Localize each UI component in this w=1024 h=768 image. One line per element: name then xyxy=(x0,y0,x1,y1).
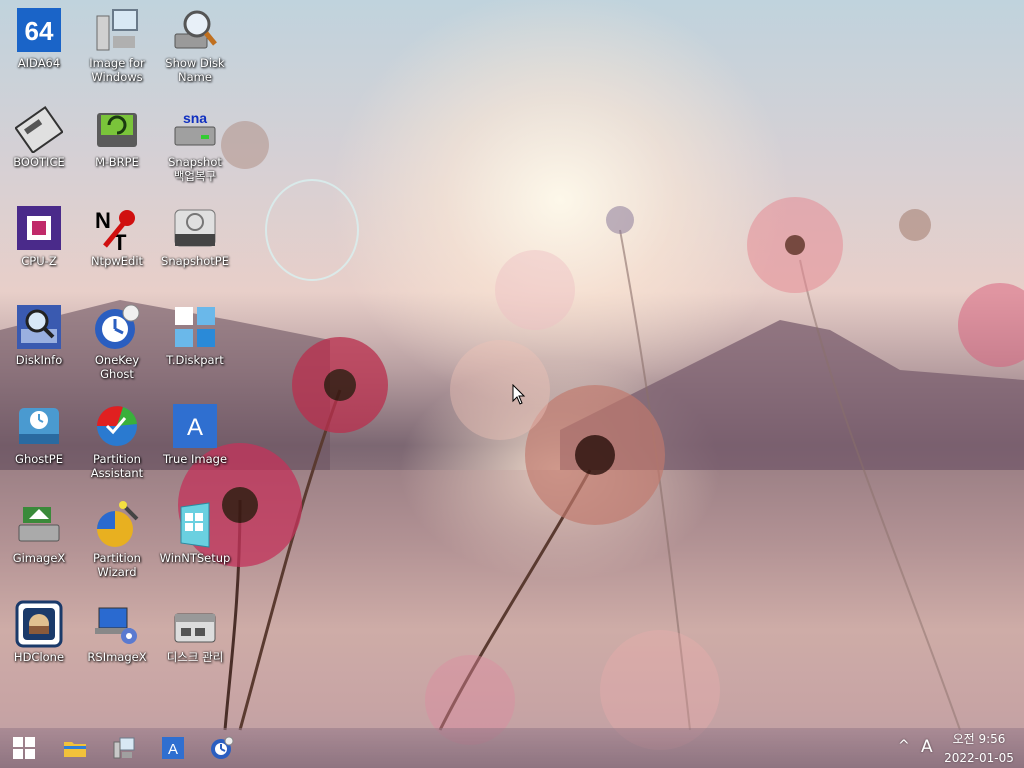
ime-indicator[interactable]: A xyxy=(921,737,933,757)
desktop-icon-label: Snapshot 백업복구 xyxy=(168,155,222,183)
snapshot-backup-icon: sna xyxy=(171,105,219,153)
gimagex-icon xyxy=(15,501,63,549)
taskbar-onekey-ghost-button[interactable] xyxy=(202,728,242,768)
desktop-icon-label: NtpwEdit xyxy=(90,254,144,268)
desktop-icon-winntsetup[interactable]: WinNTSetup xyxy=(156,501,234,565)
start-icon xyxy=(13,737,35,759)
onekey-ghost-icon xyxy=(93,303,141,351)
image-for-windows-icon xyxy=(93,6,141,54)
winntsetup-icon xyxy=(171,501,219,549)
image-for-windows-icon xyxy=(113,737,135,759)
tdiskpart-icon xyxy=(171,303,219,351)
desktop-icon-label: Show Disk Name xyxy=(165,56,225,84)
desktop-icon-bootice[interactable]: BOOTICE xyxy=(0,105,78,169)
desktop-icon-label: HDClone xyxy=(13,650,65,664)
tray-overflow-chevron[interactable]: ^ xyxy=(898,738,910,754)
ntpwedit-icon: NT xyxy=(93,204,141,255)
clock-date: 2022-01-05 xyxy=(944,751,1014,765)
taskbar-file-explorer-button[interactable] xyxy=(55,728,95,768)
aida64-icon: 64 xyxy=(15,6,63,54)
desktop-icon-tdiskpart[interactable]: T.Diskpart xyxy=(156,303,234,367)
onekey-ghost-icon xyxy=(211,736,234,759)
svg-text:sna: sna xyxy=(183,110,207,126)
desktop-icon-cpuz[interactable]: CPU-Z xyxy=(0,204,78,268)
file-explorer-icon xyxy=(64,742,86,757)
desktop-icon-label: M-BRPE xyxy=(95,155,139,169)
clock-time: 오전 9:56 xyxy=(952,732,1006,746)
start-button[interactable] xyxy=(4,728,44,768)
ghostpe-icon xyxy=(15,402,63,450)
desktop-icon-label: Image for Windows xyxy=(89,56,145,84)
desktop-icon-aida64[interactable]: 64 AIDA64 xyxy=(0,6,78,70)
desktop-icon-label: OneKey Ghost xyxy=(94,353,140,381)
diskinfo-icon xyxy=(15,303,63,351)
snapshotpe-icon xyxy=(171,204,219,252)
bootice-icon xyxy=(14,105,64,155)
desktop-icon-label: DiskInfo xyxy=(15,353,63,367)
desktop-icon-hdclone[interactable]: HDClone xyxy=(0,600,78,664)
desktop-icon-label: 디스크 관리 xyxy=(166,650,224,664)
taskbar-image-for-windows-button[interactable] xyxy=(104,728,144,768)
desktop-icon-partition-wizard[interactable]: Partition Wizard xyxy=(78,501,156,579)
partition-wizard-icon xyxy=(93,501,141,549)
desktop-icon-label: RSImageX xyxy=(87,650,147,664)
desktop-icon-label: AIDA64 xyxy=(17,56,61,70)
desktop-icon-label: SnapshotPE xyxy=(161,254,229,268)
desktop-icon-snapshotpe[interactable]: SnapshotPE xyxy=(156,204,234,268)
partition-assistant-icon xyxy=(93,402,141,450)
desktop-icon-ghostpe[interactable]: GhostPE xyxy=(0,402,78,466)
desktop-icon-label: T.Diskpart xyxy=(166,353,224,367)
true-image-icon: A xyxy=(162,737,184,759)
desktop-icon-gimagex[interactable]: GimageX xyxy=(0,501,78,565)
mouse-cursor-icon xyxy=(512,384,526,405)
desktop-icon-label: BOOTICE xyxy=(13,155,65,169)
desktop-icon-label: GimageX xyxy=(12,551,66,565)
svg-text:N: N xyxy=(95,208,111,233)
cpuz-icon xyxy=(15,204,63,252)
desktop-icon-partition-assistant[interactable]: Partition Assistant xyxy=(78,402,156,480)
desktop-icon-label: CPU-Z xyxy=(21,254,57,268)
desktop-icon-label: Partition Assistant xyxy=(90,452,144,480)
rsimagex-icon xyxy=(93,600,141,648)
tray-clock[interactable]: 오전 9:56 2022-01-05 xyxy=(940,730,1018,765)
desktop-icon-onekey-ghost[interactable]: OneKey Ghost xyxy=(78,303,156,381)
desktop-icon-ntpwedit[interactable]: N T NtpwEdit xyxy=(78,204,156,268)
taskbar-true-image-button[interactable]: A xyxy=(153,728,193,768)
desktop-icon-label: Partition Wizard xyxy=(93,551,141,579)
svg-text:A: A xyxy=(187,414,203,441)
true-image-icon: A xyxy=(171,402,219,450)
taskbar: A ^ A 오전 9:56 2022-01-05 xyxy=(0,728,1024,768)
desktop-icon-show-disk-name[interactable]: Show Disk Name xyxy=(156,6,234,84)
mbrpe-icon xyxy=(93,105,141,153)
desktop-icon-true-image[interactable]: A True Image xyxy=(156,402,234,466)
desktop-icon-rsimagex[interactable]: RSImageX xyxy=(78,600,156,664)
desktop-icon-image-for-windows[interactable]: Image for Windows xyxy=(78,6,156,84)
desktop-icon-disk-management[interactable]: 디스크 관리 xyxy=(156,600,234,664)
desktop-icon-label: True Image xyxy=(162,452,228,466)
desktop-icon-diskinfo[interactable]: DiskInfo xyxy=(0,303,78,367)
desktop-icon-mbrpe[interactable]: M-BRPE xyxy=(78,105,156,169)
svg-text:A: A xyxy=(168,741,178,758)
show-disk-name-icon xyxy=(171,6,219,54)
desktop-icon-snapshot-backup[interactable]: sna Snapshot 백업복구 xyxy=(156,105,234,183)
disk-management-icon xyxy=(171,600,219,648)
desktop-icon-label: WinNTSetup xyxy=(159,551,231,565)
hdclone-icon xyxy=(15,600,63,648)
desktop-icon-label: GhostPE xyxy=(15,452,63,466)
svg-text:64: 64 xyxy=(25,16,54,46)
